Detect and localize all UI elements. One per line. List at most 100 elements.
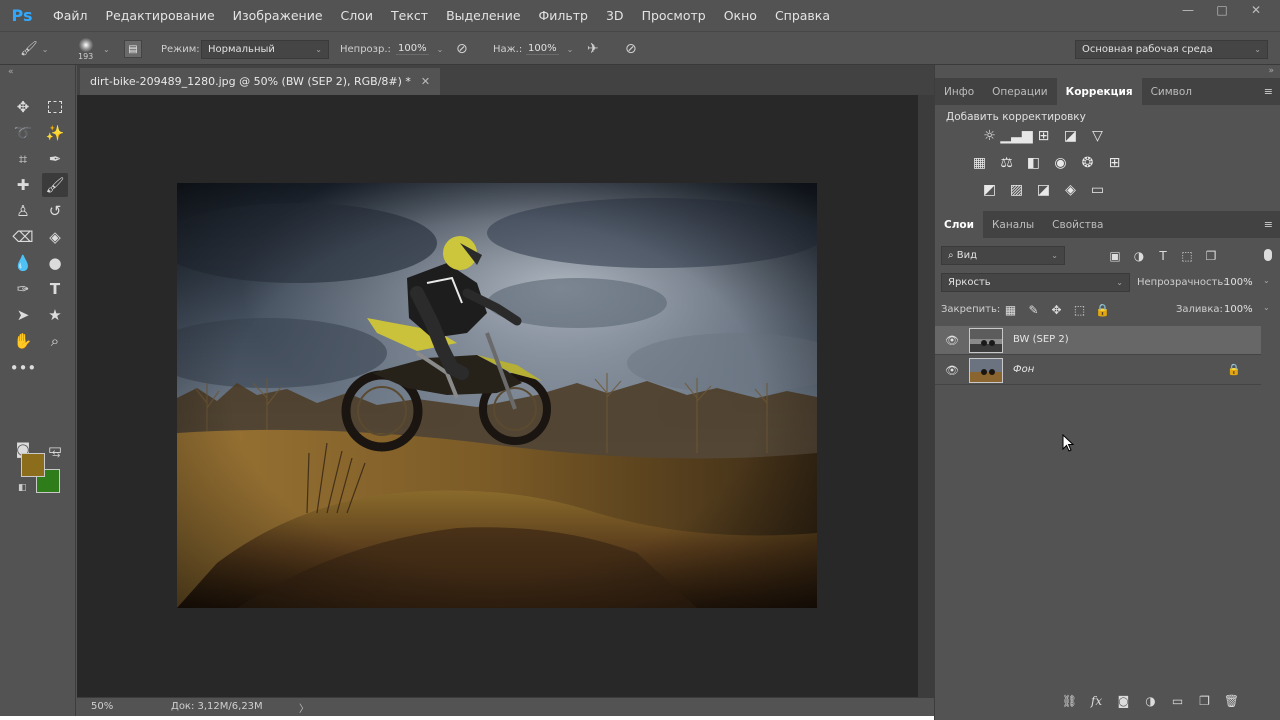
levels-icon[interactable]: ▁▃▆	[1000, 126, 1032, 146]
pressure-field[interactable]: 100% ⌄	[526, 32, 573, 66]
delete-layer-icon[interactable]: 🗑	[1223, 692, 1240, 709]
blend-mode-dropdown[interactable]: Яркость ⌄	[941, 273, 1130, 292]
new-group-icon[interactable]: ▭	[1169, 692, 1186, 709]
chevron-down-icon[interactable]: ⌄	[1263, 303, 1270, 312]
chevron-down-icon[interactable]: ⌄	[1263, 276, 1270, 285]
zoom-level[interactable]: 50%	[91, 701, 113, 712]
menu-filter[interactable]: Фильтр	[530, 0, 597, 31]
brush-tool-icon[interactable]: 🖌	[42, 173, 68, 197]
exposure-icon[interactable]: ◪	[1060, 126, 1081, 146]
marquee-tool-icon[interactable]	[42, 95, 68, 119]
blur-tool-icon[interactable]: 💧	[10, 251, 36, 275]
size-pressure-toggle[interactable]: ⊘	[625, 32, 637, 66]
color-balance-icon[interactable]: ⚖	[996, 153, 1017, 173]
invert-icon[interactable]: ◩	[979, 180, 1000, 200]
filter-toggle[interactable]	[1264, 249, 1272, 261]
minimize-button[interactable]: —	[1174, 0, 1202, 20]
filter-smart-object-icon[interactable]: ❐	[1203, 246, 1219, 265]
zoom-tool-icon[interactable]: ⌕	[42, 329, 68, 353]
menu-type[interactable]: Текст	[382, 0, 437, 31]
crop-tool-icon[interactable]: ⌗	[10, 147, 36, 171]
curves-icon[interactable]: ⊞	[1033, 126, 1054, 146]
layer-filter-dropdown[interactable]: ⌕ Вид ⌄	[941, 246, 1065, 265]
brush-picker-arrow[interactable]: ⌄	[103, 32, 110, 66]
mode-select[interactable]: Нормальный ⌄	[201, 39, 329, 59]
workspace-select[interactable]: Основная рабочая среда ⌄	[1075, 39, 1268, 59]
collapse-icon[interactable]: «	[8, 67, 14, 77]
tool-preset-picker[interactable]: 🖌 ⌄	[20, 32, 48, 66]
eyedropper-tool-icon[interactable]: ✒	[42, 147, 68, 171]
filter-type-icon[interactable]: T	[1155, 246, 1171, 265]
panel-menu-icon[interactable]: ≡	[1264, 85, 1273, 98]
maximize-button[interactable]: □	[1208, 0, 1236, 20]
brush-panel-toggle[interactable]: ▤	[124, 32, 142, 66]
visibility-eye-icon[interactable]: 👁	[945, 364, 959, 377]
color-lookup-icon[interactable]: ⊞	[1104, 153, 1125, 173]
layer-opacity-field[interactable]: 100%	[1224, 277, 1253, 288]
hue-saturation-icon[interactable]: ▦	[969, 153, 990, 173]
canvas-scrollbar[interactable]	[918, 95, 934, 697]
menu-3d[interactable]: 3D	[597, 0, 633, 31]
layer-style-icon[interactable]: fx	[1088, 692, 1105, 709]
tab-character[interactable]: Символ	[1142, 78, 1201, 105]
posterize-icon[interactable]: ▨	[1006, 180, 1027, 200]
layer-filter-select[interactable]: ⌕ Вид ⌄	[941, 246, 1065, 265]
path-selection-tool-icon[interactable]: ➤	[10, 303, 36, 327]
close-icon[interactable]: ✕	[421, 75, 430, 88]
brightness-contrast-icon[interactable]: ☼	[979, 126, 1000, 146]
pen-tool-icon[interactable]: ✑	[10, 277, 36, 301]
tab-actions[interactable]: Операции	[983, 78, 1056, 105]
filter-adjustment-icon[interactable]: ◑	[1131, 246, 1147, 265]
menu-image[interactable]: Изображение	[224, 0, 332, 31]
tab-properties[interactable]: Свойства	[1043, 211, 1112, 238]
close-button[interactable]: ✕	[1242, 0, 1270, 20]
pressure-value[interactable]: 100%	[526, 43, 559, 55]
opacity-pressure-toggle[interactable]: ⊘	[456, 32, 468, 66]
screen-mode-icon[interactable]: ▭	[42, 437, 68, 461]
layer-name[interactable]: BW (SEP 2)	[1013, 334, 1069, 345]
menu-file[interactable]: Файл	[44, 0, 97, 31]
document-tab[interactable]: dirt-bike-209489_1280.jpg @ 50% (BW (SEP…	[80, 68, 441, 95]
tab-channels[interactable]: Каналы	[983, 211, 1043, 238]
lock-all-icon[interactable]: 🔒	[1094, 301, 1111, 318]
channel-mixer-icon[interactable]: ❂	[1077, 153, 1098, 173]
filter-shape-icon[interactable]: ⬚	[1179, 246, 1195, 265]
photo-filter-icon[interactable]: ◉	[1050, 153, 1071, 173]
layer-row-background[interactable]: 👁 Фон 🔒	[935, 356, 1261, 385]
lock-transparent-icon[interactable]: ▦	[1002, 301, 1019, 318]
expand-icon[interactable]: »	[1268, 66, 1274, 76]
mode-dropdown[interactable]: Нормальный ⌄	[201, 32, 329, 66]
menu-select[interactable]: Выделение	[437, 0, 529, 31]
lock-position-icon[interactable]: ✥	[1048, 301, 1065, 318]
custom-shape-tool-icon[interactable]: ★	[42, 303, 68, 327]
brush-size-picker[interactable]: 193	[78, 32, 93, 66]
opacity-field[interactable]: 100% ⌄	[396, 32, 443, 66]
more-tools-icon[interactable]: •••	[10, 356, 37, 380]
vibrance-icon[interactable]: ▽	[1087, 126, 1108, 146]
foreground-color-swatch[interactable]	[21, 453, 45, 477]
add-mask-icon[interactable]: ◙	[1115, 692, 1132, 709]
document-canvas[interactable]	[177, 183, 817, 608]
menu-view[interactable]: Просмотр	[633, 0, 715, 31]
healing-brush-tool-icon[interactable]: ✚	[10, 173, 36, 197]
black-white-icon[interactable]: ◧	[1023, 153, 1044, 173]
layer-row-bw[interactable]: 👁 BW (SEP 2)	[935, 326, 1261, 355]
new-layer-icon[interactable]: ❐	[1196, 692, 1213, 709]
link-layers-icon[interactable]: ⛓	[1061, 692, 1078, 709]
lock-artboard-icon[interactable]: ⬚	[1071, 301, 1088, 318]
chevron-down-icon[interactable]: ⌄	[567, 45, 574, 54]
tab-adjustments[interactable]: Коррекция	[1056, 78, 1142, 105]
menu-window[interactable]: Окно	[715, 0, 766, 31]
chevron-down-icon[interactable]: ⌄	[437, 45, 444, 54]
gradient-map-icon[interactable]: ▭	[1087, 180, 1108, 200]
magic-wand-tool-icon[interactable]: ✨	[42, 121, 68, 145]
workspace-dropdown[interactable]: Основная рабочая среда ⌄	[1075, 32, 1268, 66]
new-adjustment-layer-icon[interactable]: ◑	[1142, 692, 1159, 709]
clone-stamp-tool-icon[interactable]: ♙	[10, 199, 36, 223]
eraser-tool-icon[interactable]: ⌫	[10, 225, 36, 249]
opacity-value[interactable]: 100%	[396, 43, 429, 55]
menu-layer[interactable]: Слои	[332, 0, 383, 31]
tab-layers[interactable]: Слои	[935, 211, 983, 238]
type-tool-icon[interactable]: T	[42, 277, 68, 301]
airbrush-toggle[interactable]: ✈	[587, 32, 599, 66]
